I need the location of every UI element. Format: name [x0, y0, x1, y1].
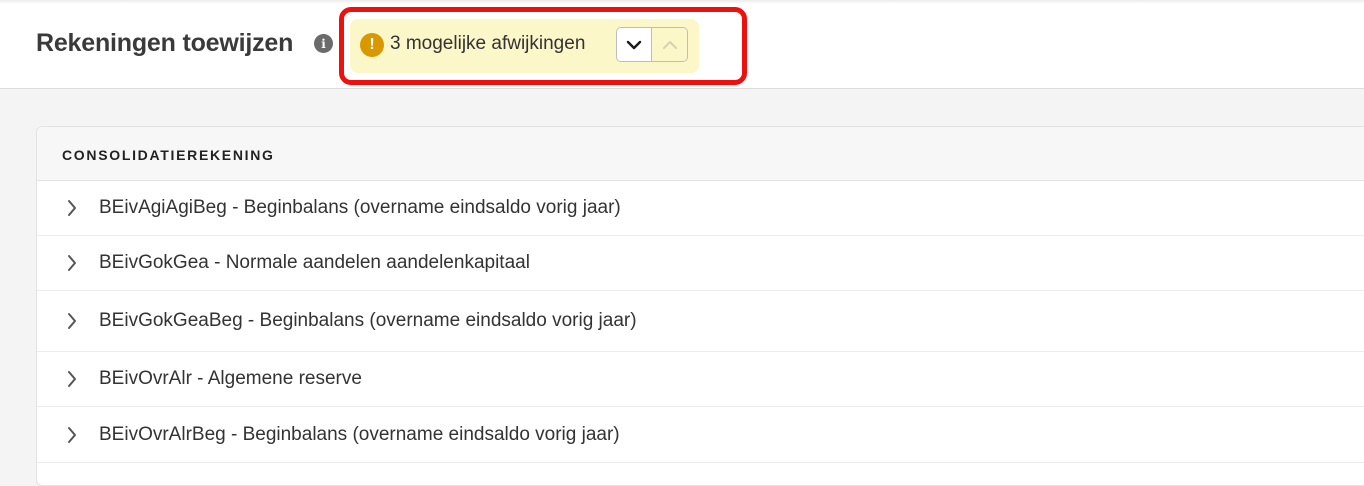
account-label: BEivAgiAgiBeg - Beginbalans (overname ei… — [99, 197, 621, 218]
chevron-right-icon[interactable] — [67, 370, 77, 388]
chevron-right-icon[interactable] — [67, 199, 77, 217]
table-row[interactable]: BEivAgiAgiBeg - Beginbalans (overname ei… — [37, 181, 1364, 236]
table-row[interactable]: BEivGokGea - Normale aandelen aandelenka… — [37, 236, 1364, 291]
info-icon[interactable]: i — [314, 34, 333, 53]
highlight-annotation — [339, 7, 747, 85]
account-label: BEivGokGea - Normale aandelen aandelenka… — [99, 252, 530, 273]
account-label: BEivOvrAlr - Algemene reserve — [99, 368, 362, 389]
column-header-consolidation-account: CONSOLIDATIEREKENING — [62, 147, 275, 163]
account-label: BEivOvrAlrBeg - Beginbalans (overname ei… — [99, 423, 620, 445]
table-row[interactable]: BEivOvrAlr - Algemene reserve — [37, 352, 1364, 407]
accounts-table: CONSOLIDATIEREKENING BEivAgiAgiBeg - Beg… — [36, 126, 1364, 486]
page-header: Rekeningen toewijzen i ! 3 mogelijke afw… — [0, 0, 1364, 89]
table-row[interactable]: BEivOvrAlrBeg - Beginbalans (overname ei… — [37, 407, 1364, 463]
table-header: CONSOLIDATIEREKENING — [37, 127, 1364, 181]
table-row[interactable]: BEivGokGeaBeg - Beginbalans (overname ei… — [37, 291, 1364, 352]
header-shadow — [0, 0, 1364, 4]
chevron-right-icon[interactable] — [67, 254, 77, 272]
chevron-right-icon[interactable] — [67, 426, 77, 444]
chevron-right-icon[interactable] — [67, 312, 77, 330]
account-label: BEivGokGeaBeg - Beginbalans (overname ei… — [99, 310, 637, 331]
page-title: Rekeningen toewijzen — [36, 29, 294, 57]
